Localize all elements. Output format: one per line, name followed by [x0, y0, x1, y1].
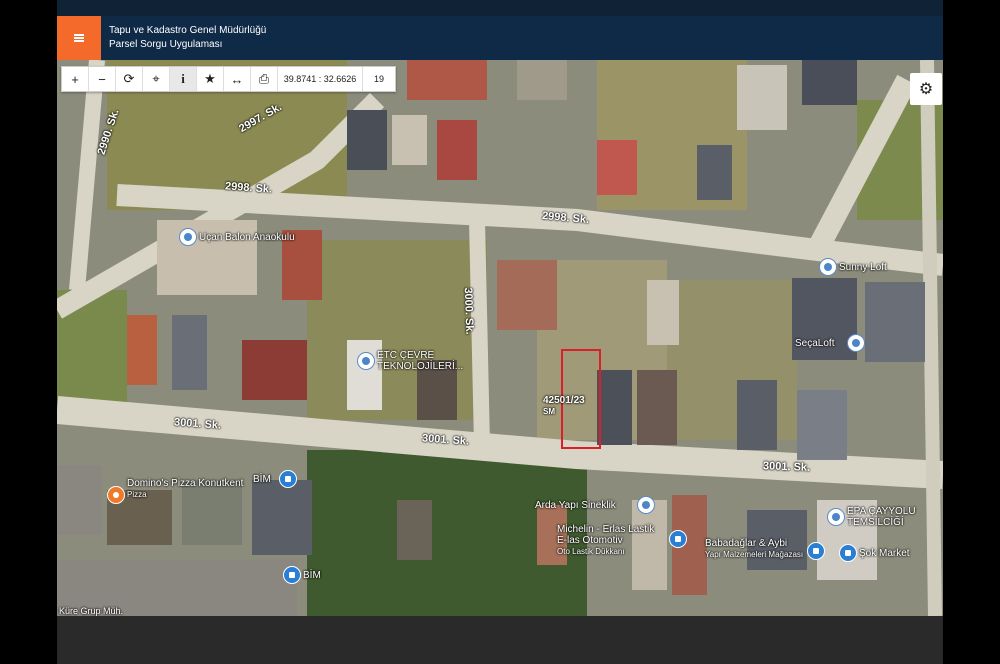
street-label: 3001. Sk.	[762, 460, 811, 474]
poi-name: Babadağlar & Aybi	[705, 538, 788, 549]
shop-icon[interactable]	[669, 530, 687, 548]
poi-marker-icon[interactable]	[357, 352, 375, 370]
poi-label[interactable]: Sunny Loft	[839, 262, 887, 273]
poi-label[interactable]: EPA ÇAYYOLU TEMSİLCİĞİ	[847, 506, 927, 528]
app-frame: Tapu ve Kadastro Genel Müdürlüğü Parsel …	[57, 0, 943, 664]
poi-marker-icon[interactable]	[847, 334, 865, 352]
poi-label[interactable]: Küre Grup Müh.	[59, 606, 123, 616]
poi-marker-icon[interactable]	[637, 496, 655, 514]
locate-icon[interactable]: ⌖	[143, 67, 170, 91]
poi-sub: Oto Lastik Dükkanı	[557, 547, 625, 556]
poi-marker-icon[interactable]	[819, 258, 837, 276]
parcel-sub: SM	[543, 407, 555, 416]
measure-icon[interactable]: ↔	[224, 67, 251, 91]
poi-label[interactable]: ETC ÇEVRE TEKNOLOJİLERİ...	[377, 350, 472, 372]
hamburger-icon	[74, 34, 84, 42]
header-bar: Tapu ve Kadastro Genel Müdürlüğü Parsel …	[57, 16, 943, 60]
parcel-number: 42501/23	[543, 395, 585, 406]
poi-name: Domino's Pizza Konutkent	[127, 478, 244, 489]
map-view[interactable]: 2990. Sk. 2997. Sk. 2998. Sk. 2998. Sk. …	[57, 60, 943, 616]
poi-sub: Yapı Malzemeleri Mağazası	[705, 550, 804, 559]
poi-label[interactable]: Arda Yapı Sineklik	[535, 500, 616, 511]
poi-label[interactable]: Şok Market	[859, 548, 910, 559]
menu-button[interactable]	[57, 16, 101, 60]
poi-label[interactable]: Michelin - Erlas Lastik E-las Otomotiv O…	[557, 524, 667, 557]
zoom-level: 19	[373, 74, 384, 84]
zoom-out-button[interactable]: −	[89, 67, 116, 91]
star-icon[interactable]: ★	[197, 67, 224, 91]
refresh-icon[interactable]: ⟳	[116, 67, 143, 91]
poi-sub: Pizza	[127, 490, 147, 499]
bottom-bar	[57, 616, 943, 664]
poi-marker-icon[interactable]	[827, 508, 845, 526]
pizza-icon[interactable]	[107, 486, 125, 504]
poi-label[interactable]: Uçan Balon Anaokulu	[199, 232, 295, 243]
zoom-in-button[interactable]: +	[62, 67, 89, 91]
poi-label[interactable]: SeçaLoft	[795, 338, 834, 349]
poi-marker-icon[interactable]	[179, 228, 197, 246]
gear-icon[interactable]: ⚙	[910, 73, 942, 105]
street-label: 3000. Sk.	[461, 287, 476, 335]
app-title: Parsel Sorgu Uygulaması	[109, 39, 223, 50]
shop-icon[interactable]	[839, 544, 857, 562]
coordinate-readout: 39.8741 : 32.6626	[278, 67, 363, 91]
info-icon[interactable]: i	[170, 67, 197, 91]
poi-label[interactable]: Babadağlar & Aybi Yapı Malzemeleri Mağaz…	[705, 538, 815, 560]
org-title: Tapu ve Kadastro Genel Müdürlüğü	[109, 25, 267, 36]
header-titles: Tapu ve Kadastro Genel Müdürlüğü Parsel …	[109, 24, 266, 52]
parcel-label[interactable]: 42501/23 SM	[543, 395, 585, 417]
poi-label[interactable]: BİM	[253, 474, 271, 485]
map-toolbar: + − ⟳ ⌖ i ★ ↔ ⎙ 39.8741 : 32.6626 19	[61, 66, 396, 92]
print-icon[interactable]: ⎙	[251, 67, 278, 91]
shop-icon[interactable]	[283, 566, 301, 584]
poi-label[interactable]: Domino's Pizza Konutkent Pizza	[127, 478, 243, 500]
poi-label[interactable]: BİM	[303, 570, 321, 581]
shop-icon[interactable]	[279, 470, 297, 488]
top-strip	[57, 0, 943, 16]
poi-name: Michelin - Erlas Lastik E-las Otomotiv	[557, 524, 655, 546]
